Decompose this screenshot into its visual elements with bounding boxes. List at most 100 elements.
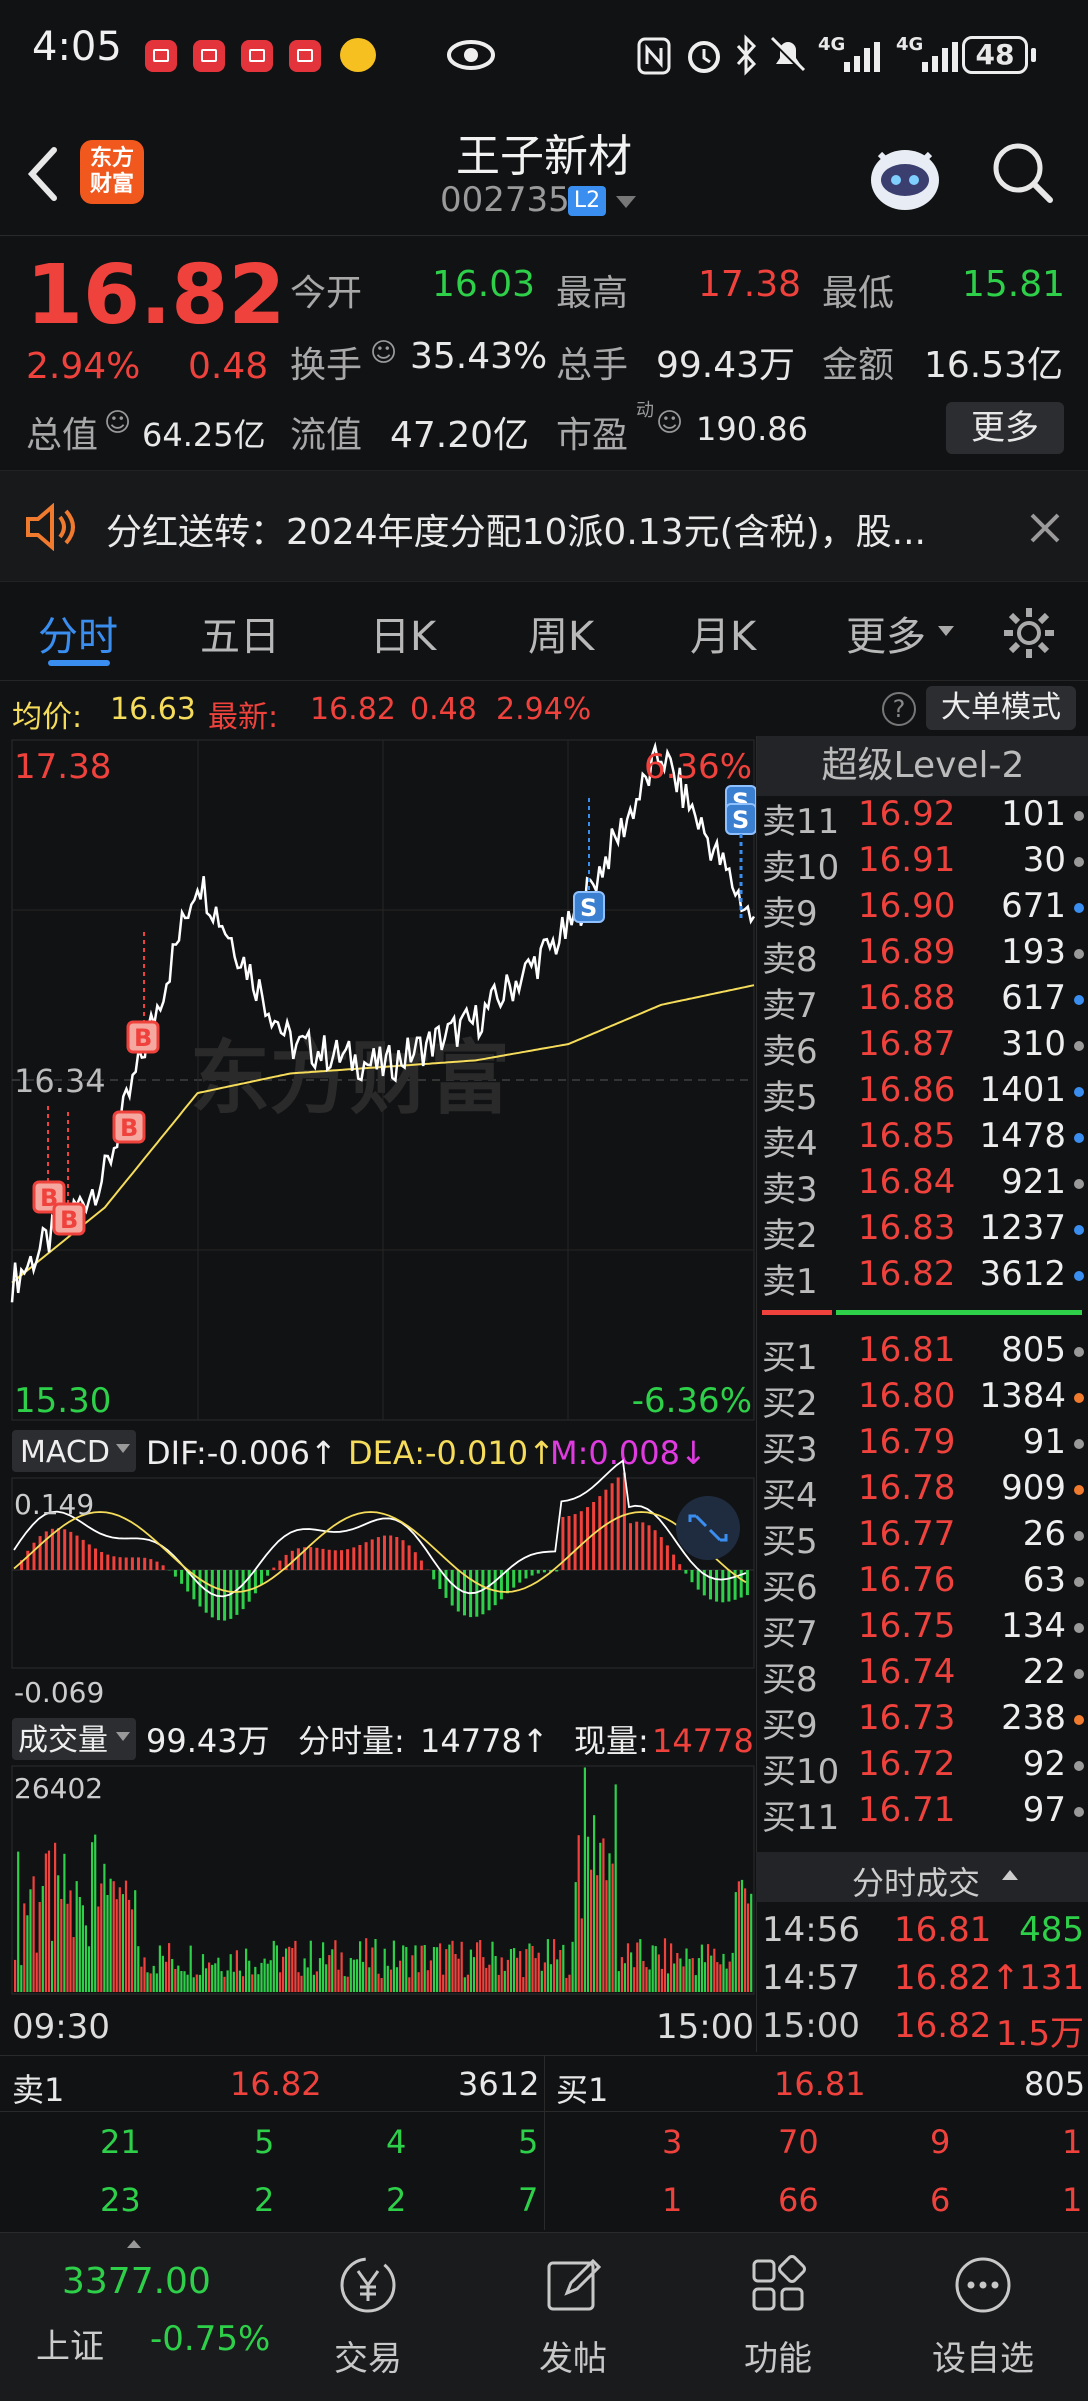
order-book-row[interactable]: 卖1016.9130 [762, 840, 1088, 886]
volume-bar [596, 1875, 598, 1992]
macd-bar [518, 1570, 521, 1583]
volume-bar [664, 1938, 666, 1992]
buy-marker[interactable]: B [54, 1204, 84, 1234]
order-book-row[interactable]: 卖516.861401 [762, 1070, 1088, 1116]
info-icon[interactable]: ☺ [370, 338, 397, 368]
tab-more[interactable]: 更多 [846, 604, 926, 662]
order-level-label: 买6 [762, 1560, 818, 1609]
buy-marker[interactable]: B [114, 1112, 144, 1142]
order-book-row[interactable]: 买816.7422 [762, 1652, 1088, 1698]
sell-marker[interactable]: S [726, 804, 756, 834]
info-icon[interactable]: ☺ [104, 408, 131, 438]
help-icon[interactable]: ? [882, 692, 916, 726]
order-level-label: 卖2 [762, 1208, 818, 1257]
more-button[interactable]: 更多 [946, 402, 1064, 454]
big-order-mode-button[interactable]: 大单模式 [926, 686, 1076, 730]
search-icon[interactable] [990, 140, 1056, 206]
dividend-notice[interactable]: 分红送转：2024年度分配10派0.13元(含税)，股... [0, 470, 1088, 582]
low-value: 15.81 [962, 264, 1065, 305]
order-book-row[interactable]: 卖916.90671 [762, 886, 1088, 932]
volume-bar [245, 1949, 247, 1992]
order-book-row[interactable]: 买1016.7292 [762, 1744, 1088, 1790]
current-volume-label: 现量: [574, 1722, 649, 1760]
order-book-row[interactable]: 买716.75134 [762, 1606, 1088, 1652]
order-book-row[interactable]: 买416.78909 [762, 1468, 1088, 1514]
order-book-row[interactable]: 买916.73238 [762, 1698, 1088, 1744]
order-book-row[interactable]: 卖816.89193 [762, 932, 1088, 978]
order-book-row[interactable]: 卖216.831237 [762, 1208, 1088, 1254]
tab-weekly-k[interactable]: 周K [528, 604, 594, 662]
trades-header-bar[interactable]: 分时成交 [756, 1852, 1088, 1902]
macd-bar [684, 1570, 687, 1574]
tab-daily-k[interactable]: 日K [370, 604, 436, 662]
trade-price: 16.81 [894, 1910, 991, 1950]
tab-five-day[interactable]: 五日 [200, 604, 280, 662]
order-book-row[interactable]: 买1116.7197 [762, 1790, 1088, 1836]
order-book-row[interactable]: 卖716.88617 [762, 978, 1088, 1024]
order-book-row[interactable]: 卖416.851478 [762, 1116, 1088, 1162]
order-price: 16.75 [858, 1606, 955, 1646]
volume-bar [608, 1853, 610, 1992]
order-book-row[interactable]: 卖1116.92101 [762, 794, 1088, 840]
nav-post[interactable]: 发帖 [508, 2253, 638, 2380]
volume-bar [48, 1851, 50, 1992]
macd-bar [162, 1565, 165, 1570]
ask-queue-item: 2 [386, 2181, 406, 2219]
sell-marker[interactable]: S [574, 892, 604, 922]
volume-bar [531, 1946, 533, 1992]
info-icon[interactable]: ☺ [656, 408, 683, 438]
macd-bar [617, 1477, 620, 1570]
macd-bar [119, 1557, 122, 1570]
close-icon[interactable] [1028, 511, 1062, 545]
nav-functions[interactable]: 功能 [713, 2253, 843, 2380]
order-level-label: 卖7 [762, 978, 818, 1027]
macd-bar [438, 1570, 441, 1589]
volume-bar [57, 1875, 59, 1992]
macd-bar [94, 1549, 97, 1571]
order-book-row[interactable]: 卖316.84921 [762, 1162, 1088, 1208]
volume-bar [390, 1970, 392, 1992]
volume-bar [66, 1904, 68, 1992]
expand-icon[interactable] [676, 1496, 740, 1560]
trade-volume: 1.5万 [996, 2006, 1084, 2055]
index-ticker[interactable]: 3377.00 上证 -0.75% [0, 2233, 290, 2401]
volume-bar [322, 1942, 324, 1992]
order-book-row[interactable]: 卖116.823612 [762, 1254, 1088, 1300]
nav-trade[interactable]: 交易 [303, 2253, 433, 2380]
order-level-label: 卖3 [762, 1162, 818, 1211]
volume-bar [719, 1964, 721, 1992]
nav-add-watchlist[interactable]: 设自选 [918, 2253, 1048, 2380]
order-book-row[interactable]: 买316.7991 [762, 1422, 1088, 1468]
volume-bar [544, 1962, 546, 1992]
order-book-row[interactable]: 卖616.87310 [762, 1024, 1088, 1070]
macd-bar [131, 1557, 134, 1570]
gear-icon[interactable] [1000, 604, 1058, 662]
intraday-chart[interactable]: 东方财富 17.38 6.36% 16.34 15.30 -6.36% B B … [0, 736, 760, 2052]
assistant-robot-icon[interactable] [860, 132, 950, 216]
tab-intraday[interactable]: 分时 [38, 604, 118, 662]
volume-bar [553, 1939, 555, 1992]
order-price: 16.82 [858, 1254, 955, 1294]
trade-price: 16.82↑ [894, 1958, 1020, 1998]
macd-bar [352, 1547, 355, 1570]
current-price: 16.82 [26, 248, 285, 343]
tab-monthly-k[interactable]: 月K [690, 604, 756, 662]
order-book-row[interactable]: 买216.801384 [762, 1376, 1088, 1422]
macd-bar [457, 1570, 460, 1612]
volume-bar [612, 1864, 614, 1992]
index-value: 3377.00 [62, 2261, 211, 2302]
volume-bar [131, 1909, 133, 1992]
volume-bar [451, 1941, 453, 1992]
dropdown-icon[interactable] [614, 194, 638, 210]
order-book-row[interactable]: 买116.81805 [762, 1330, 1088, 1376]
buy-marker[interactable]: B [128, 1022, 158, 1052]
macd-bar [654, 1530, 657, 1570]
order-book-row[interactable]: 买616.7663 [762, 1560, 1088, 1606]
volume-bar [39, 1902, 41, 1992]
volume-bar [33, 1876, 35, 1992]
volume-bar [291, 1948, 293, 1992]
order-book-header[interactable]: 超级Level-2 [757, 736, 1088, 796]
order-book-row[interactable]: 买516.7726 [762, 1514, 1088, 1560]
macd-bar [100, 1552, 103, 1570]
volume-bar [732, 1953, 734, 1992]
